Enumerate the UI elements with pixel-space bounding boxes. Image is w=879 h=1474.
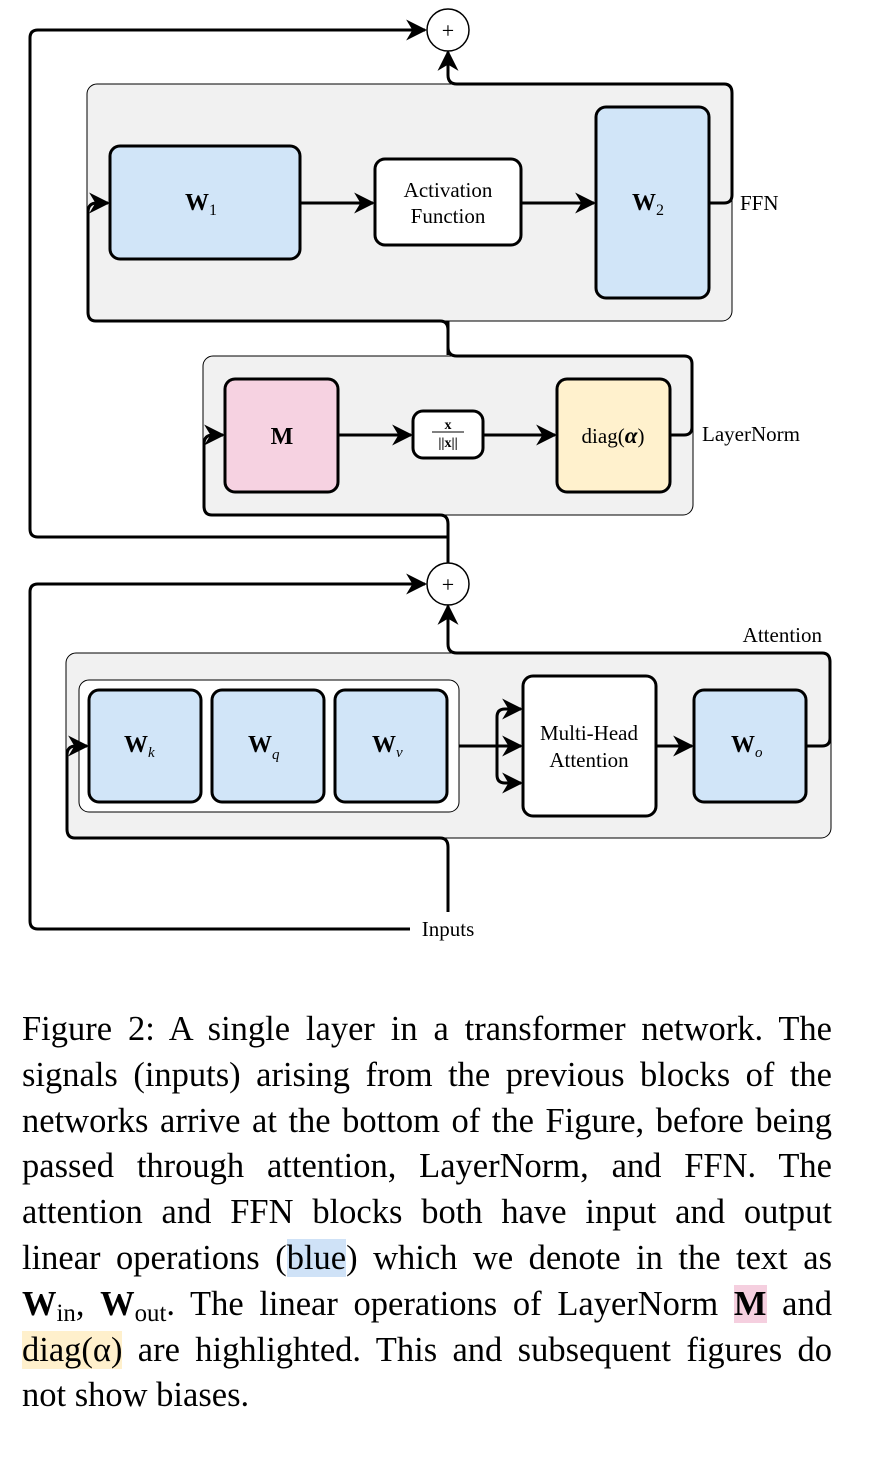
normalize-denominator: ||x|| bbox=[438, 436, 457, 451]
caption-comma: , bbox=[75, 1284, 101, 1323]
attention-label: Attention bbox=[743, 623, 823, 647]
activation-label-line2: Function bbox=[411, 204, 486, 228]
m-label: M bbox=[271, 424, 294, 450]
caption-text-1: Figure 2: A single layer in a transforme… bbox=[22, 1010, 832, 1277]
mha-label-line1: Multi-Head bbox=[540, 721, 638, 745]
top-adder-symbol: + bbox=[442, 18, 454, 43]
mha-label-line2: Attention bbox=[549, 748, 629, 772]
ffn-label: FFN bbox=[740, 191, 779, 215]
caption-text-5: are highlighted. This and subsequent fig… bbox=[22, 1330, 832, 1415]
caption-diag-highlight: diag(α) bbox=[22, 1330, 123, 1369]
mha-box bbox=[521, 674, 658, 818]
figure-caption: Figure 2: A single layer in a transforme… bbox=[22, 1007, 832, 1419]
caption-text-2: ) which we denote in the text as bbox=[346, 1238, 832, 1277]
caption-w-out: Wout bbox=[100, 1284, 167, 1327]
caption-text-3: . The linear operations of LayerNorm bbox=[166, 1284, 734, 1323]
caption-m-highlight: M bbox=[733, 1284, 767, 1323]
normalize-numerator: x bbox=[445, 418, 452, 433]
caption-text-4: and bbox=[766, 1284, 832, 1323]
transformer-layer-diagram: W1 Activation Function W2 FFN + M x ||x|… bbox=[28, 8, 832, 941]
activation-function-box bbox=[373, 157, 523, 247]
inputs-label: Inputs bbox=[422, 917, 475, 941]
activation-label-line1: Activation bbox=[404, 178, 493, 202]
layernorm-label: LayerNorm bbox=[702, 422, 800, 446]
caption-w-in: Win bbox=[22, 1284, 76, 1327]
caption-blue-highlight: blue bbox=[286, 1238, 347, 1277]
mid-adder-symbol: + bbox=[442, 572, 454, 597]
diag-alpha-label: diag(α) bbox=[582, 423, 645, 448]
